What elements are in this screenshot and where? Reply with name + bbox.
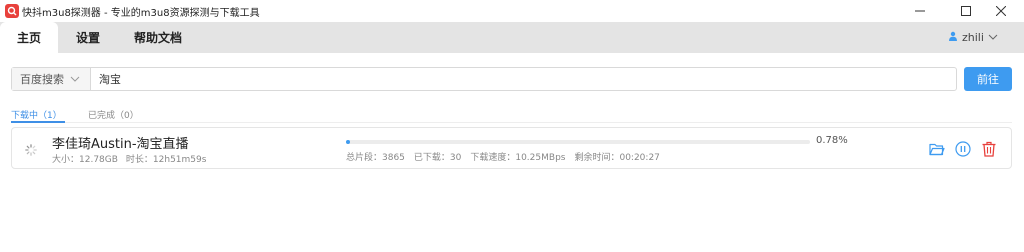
window-title: 快抖m3u8探测器 - 专业的m3u8资源探测与下载工具 bbox=[22, 8, 260, 19]
search-engine-label: 百度搜索 bbox=[20, 73, 64, 86]
progress-bar-fill bbox=[346, 140, 350, 144]
task-name: 李佳琦Austin-淘宝直播 bbox=[52, 137, 189, 152]
remaining-time: 剩余时间：00:20:27 bbox=[574, 153, 660, 163]
search-bar: 百度搜索 bbox=[11, 67, 957, 91]
user-menu[interactable]: zhili bbox=[948, 22, 998, 53]
subtab-completed[interactable]: 已完成（0） bbox=[88, 108, 139, 121]
subtab-downloading[interactable]: 下载中（1） bbox=[11, 108, 62, 121]
download-task-card: 李佳琦Austin-淘宝直播 大小：12.78GB 时长：12h51m59s 0… bbox=[11, 127, 1012, 169]
subtab-divider bbox=[11, 122, 1012, 123]
loading-spinner-icon bbox=[25, 141, 37, 160]
search-engine-select[interactable]: 百度搜索 bbox=[12, 68, 91, 90]
tab-home[interactable]: 主页 bbox=[0, 22, 58, 53]
pause-icon[interactable] bbox=[954, 140, 972, 158]
open-folder-icon[interactable] bbox=[928, 140, 946, 158]
task-actions bbox=[928, 140, 998, 158]
user-name: zhili bbox=[962, 31, 984, 44]
tab-help-docs[interactable]: 帮助文档 bbox=[120, 22, 196, 53]
title-bar: 快抖m3u8探测器 - 专业的m3u8资源探测与下载工具 bbox=[0, 0, 1024, 22]
task-stats: 总片段：3865 已下载：30 下载速度：10.25MBps 剩余时间：00:2… bbox=[346, 150, 660, 163]
task-meta: 大小：12.78GB 时长：12h51m59s bbox=[52, 152, 206, 165]
subtab-active-indicator bbox=[11, 121, 65, 123]
user-icon bbox=[948, 31, 958, 44]
tab-bar: 主页 设置 帮助文档 zhili bbox=[0, 22, 1024, 53]
downloaded-segments: 已下载：30 bbox=[413, 153, 462, 163]
progress-bar bbox=[346, 140, 810, 144]
task-size: 大小：12.78GB bbox=[52, 155, 118, 165]
total-segments: 总片段：3865 bbox=[346, 153, 405, 163]
download-speed: 下载速度：10.25MBps bbox=[470, 153, 566, 163]
search-input[interactable] bbox=[91, 68, 956, 90]
chevron-down-icon bbox=[70, 73, 80, 86]
delete-icon[interactable] bbox=[980, 140, 998, 158]
minimize-icon[interactable] bbox=[897, 0, 943, 22]
go-button[interactable]: 前往 bbox=[964, 67, 1012, 91]
chevron-down-icon bbox=[988, 31, 998, 44]
close-icon[interactable] bbox=[978, 0, 1024, 22]
tab-settings[interactable]: 设置 bbox=[62, 22, 114, 53]
progress-percent: 0.78% bbox=[816, 135, 848, 146]
app-logo-icon bbox=[5, 4, 19, 18]
task-duration: 时长：12h51m59s bbox=[125, 155, 207, 165]
